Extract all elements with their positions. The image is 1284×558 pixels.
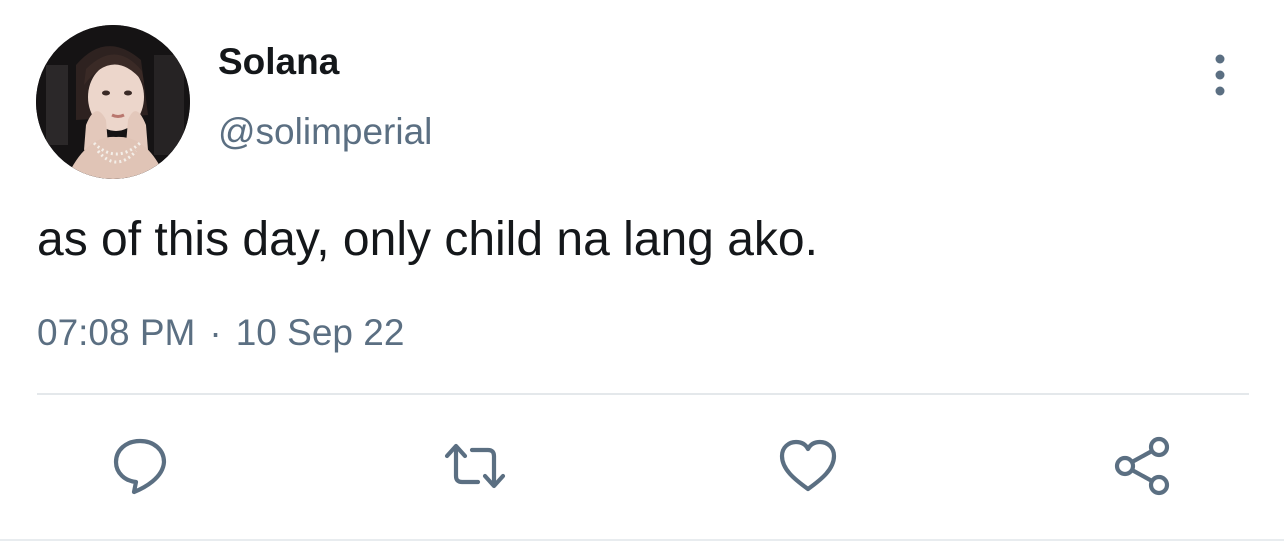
display-name[interactable]: Solana [218,40,339,84]
retweet-button[interactable] [443,434,507,498]
username-handle[interactable]: @solimperial [218,110,432,154]
tweet-time: 07:08 PM [37,312,196,353]
avatar-photo [36,25,190,179]
timestamp-separator: · [209,312,222,353]
share-icon [1114,436,1170,496]
reply-button[interactable] [108,434,172,498]
tweet-text: as of this day, only child na lang ako. [37,213,818,266]
tweet-timestamp[interactable]: 07:08 PM · 10 Sep 22 [37,310,404,356]
tweet-date: 10 Sep 22 [235,312,405,353]
share-button[interactable] [1110,434,1174,498]
tweet-card: Solana @solimperial as of this day, only… [0,0,1284,558]
retweet-icon [444,443,506,489]
comment-icon [113,438,167,495]
more-options-button[interactable] [1200,52,1240,98]
divider [37,393,1249,395]
heart-icon [779,439,837,492]
more-vertical-icon [1215,54,1225,96]
avatar[interactable] [36,25,190,179]
bottom-divider [0,539,1284,541]
like-button[interactable] [776,434,840,498]
